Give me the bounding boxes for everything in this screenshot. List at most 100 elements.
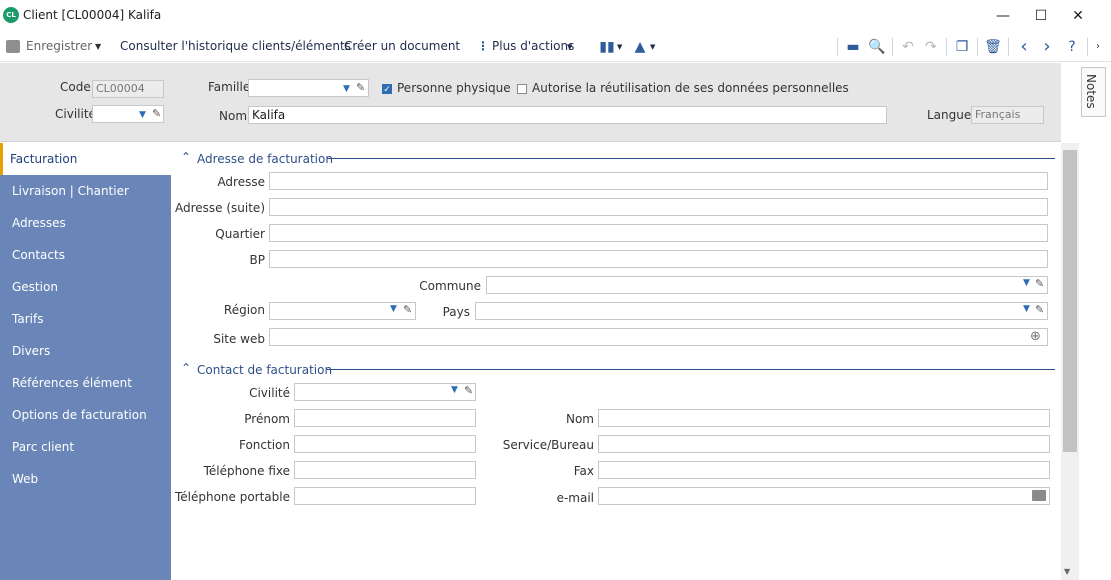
region-dropdown-icon[interactable]: ▼ (390, 304, 397, 314)
telephone-portable-label: Téléphone portable (174, 490, 290, 504)
commune-edit-icon[interactable]: ✎ (1035, 277, 1044, 290)
adresse-suite-input[interactable] (269, 198, 1048, 216)
delete-icon[interactable]: 🗑 (983, 38, 1003, 56)
section-divider (327, 369, 1055, 370)
service-bureau-input[interactable] (598, 435, 1050, 453)
contact-nom-input[interactable] (598, 409, 1050, 427)
langue-label: Langue (927, 108, 972, 122)
scrollbar-thumb[interactable] (1063, 150, 1077, 452)
telephone-fixe-input[interactable] (294, 461, 476, 479)
email-label: e-mail (556, 491, 594, 505)
toolbar-separator (946, 38, 947, 56)
autorise-donnees-checkbox[interactable] (517, 84, 527, 94)
civilite-label: Civilité (55, 107, 96, 121)
code-label: Code (60, 80, 91, 94)
pays-dropdown-icon[interactable]: ▼ (1023, 304, 1030, 314)
redo-icon[interactable]: ↷ (921, 38, 941, 56)
quartier-label: Quartier (215, 227, 265, 241)
bp-input[interactable] (269, 250, 1048, 268)
map-icon[interactable]: ▮▮ (597, 38, 617, 56)
civilite-select[interactable]: ▼ ✎ (92, 105, 164, 123)
billing-address-section-title: Adresse de facturation (197, 152, 333, 166)
map-dropdown-icon[interactable]: ▼ (617, 43, 622, 51)
history-button[interactable]: Consulter l'historique clients/éléments (120, 39, 351, 53)
email-input[interactable] (598, 487, 1050, 505)
sidebar-item-livraison-chantier[interactable]: Livraison | Chantier (0, 175, 171, 207)
commune-select[interactable]: ▼ ✎ (486, 276, 1048, 294)
close-button[interactable]: ✕ (1059, 0, 1097, 32)
site-web-input[interactable]: ⊕ (269, 328, 1048, 346)
help-icon[interactable]: ? (1062, 38, 1082, 56)
scroll-down-icon[interactable]: ▼ (1064, 567, 1070, 576)
sidebar-item-contacts[interactable]: Contacts (0, 239, 171, 271)
region-edit-icon[interactable]: ✎ (403, 303, 412, 316)
sidebar-item-gestion[interactable]: Gestion (0, 271, 171, 303)
fax-input[interactable] (598, 461, 1050, 479)
pays-select[interactable]: ▼ ✎ (475, 302, 1048, 320)
sidebar-item-tarifs[interactable]: Tarifs (0, 303, 171, 335)
sidebar-item-parc-client[interactable]: Parc client (0, 431, 171, 463)
duplicate-icon[interactable]: ❐ (952, 38, 972, 56)
commune-dropdown-icon[interactable]: ▼ (1023, 278, 1030, 288)
region-select[interactable]: ▼ ✎ (269, 302, 416, 320)
sidebar-item-facturation[interactable]: Facturation (0, 143, 171, 175)
undo-icon[interactable]: ↶ (898, 38, 918, 56)
maximize-button[interactable]: ☐ (1022, 0, 1060, 32)
region-label: Région (223, 303, 265, 317)
route-icon[interactable]: ▲ (630, 38, 650, 56)
globe-icon[interactable]: ⊕ (1030, 329, 1041, 344)
print-icon[interactable]: ▬ (843, 38, 863, 56)
quartier-input[interactable] (269, 224, 1048, 242)
billing-address-collapse-icon[interactable]: ⌃ (181, 150, 191, 164)
adresse-label: Adresse (217, 175, 265, 189)
billing-contact-collapse-icon[interactable]: ⌃ (181, 361, 191, 375)
contact-civilite-dropdown-icon[interactable]: ▼ (451, 385, 458, 395)
adresse-suite-label: Adresse (suite) (174, 201, 265, 215)
civilite-dropdown-icon[interactable]: ▼ (139, 107, 146, 123)
langue-field: Français (971, 106, 1044, 124)
minimize-button[interactable]: — (984, 0, 1022, 32)
previous-icon[interactable]: ‹ (1014, 38, 1034, 56)
pays-label: Pays (442, 305, 470, 319)
more-dots-icon[interactable]: ⋮ (477, 39, 489, 53)
famille-edit-icon[interactable]: ✎ (356, 80, 365, 96)
sidebar-item-divers[interactable]: Divers (0, 335, 171, 367)
site-web-label: Site web (213, 332, 265, 346)
adresse-input[interactable] (269, 172, 1048, 190)
civilite-edit-icon[interactable]: ✎ (152, 106, 161, 122)
header-area (0, 63, 1061, 142)
sidebar-item-adresses[interactable]: Adresses (0, 207, 171, 239)
nom-input[interactable]: Kalifa (248, 106, 887, 124)
save-dropdown-icon[interactable]: ▼ (95, 42, 101, 51)
route-dropdown-icon[interactable]: ▼ (650, 43, 655, 51)
personne-physique-label: Personne physique (397, 81, 511, 95)
prenom-label: Prénom (244, 412, 290, 426)
billing-contact-section-title: Contact de facturation (197, 363, 333, 377)
save-button[interactable]: Enregistrer (26, 39, 92, 53)
prenom-input[interactable] (294, 409, 476, 427)
window-title: Client [CL00004] Kalifa (23, 8, 162, 22)
toolbar-separator (1008, 38, 1009, 56)
pays-edit-icon[interactable]: ✎ (1035, 303, 1044, 316)
sidebar-item-options-facturation[interactable]: Options de facturation (0, 399, 171, 431)
fonction-input[interactable] (294, 435, 476, 453)
more-actions-button[interactable]: Plus d'actions (492, 39, 574, 53)
telephone-portable-input[interactable] (294, 487, 476, 505)
save-icon[interactable] (6, 40, 20, 53)
sidebar-item-references-element[interactable]: Références élément (0, 367, 171, 399)
code-field: CL00004 (92, 80, 164, 98)
next-icon[interactable]: › (1037, 38, 1057, 56)
create-document-button[interactable]: Créer un document (344, 39, 460, 53)
print-preview-icon[interactable]: 🔍 (867, 38, 887, 56)
fonction-label: Fonction (238, 438, 290, 452)
personne-physique-checkbox[interactable]: ✓ (382, 84, 392, 95)
contact-civilite-select[interactable]: ▼ ✎ (294, 383, 476, 401)
mail-icon[interactable] (1032, 490, 1046, 501)
contact-civilite-edit-icon[interactable]: ✎ (464, 384, 473, 397)
toolbar-overflow-chevron-icon[interactable]: › (1091, 38, 1105, 56)
famille-dropdown-icon[interactable]: ▼ (343, 81, 350, 97)
service-bureau-label: Service/Bureau (502, 438, 594, 452)
famille-label: Famille (208, 80, 251, 94)
famille-select[interactable]: ▼ ✎ (248, 79, 369, 97)
sidebar-item-web[interactable]: Web (0, 463, 171, 495)
